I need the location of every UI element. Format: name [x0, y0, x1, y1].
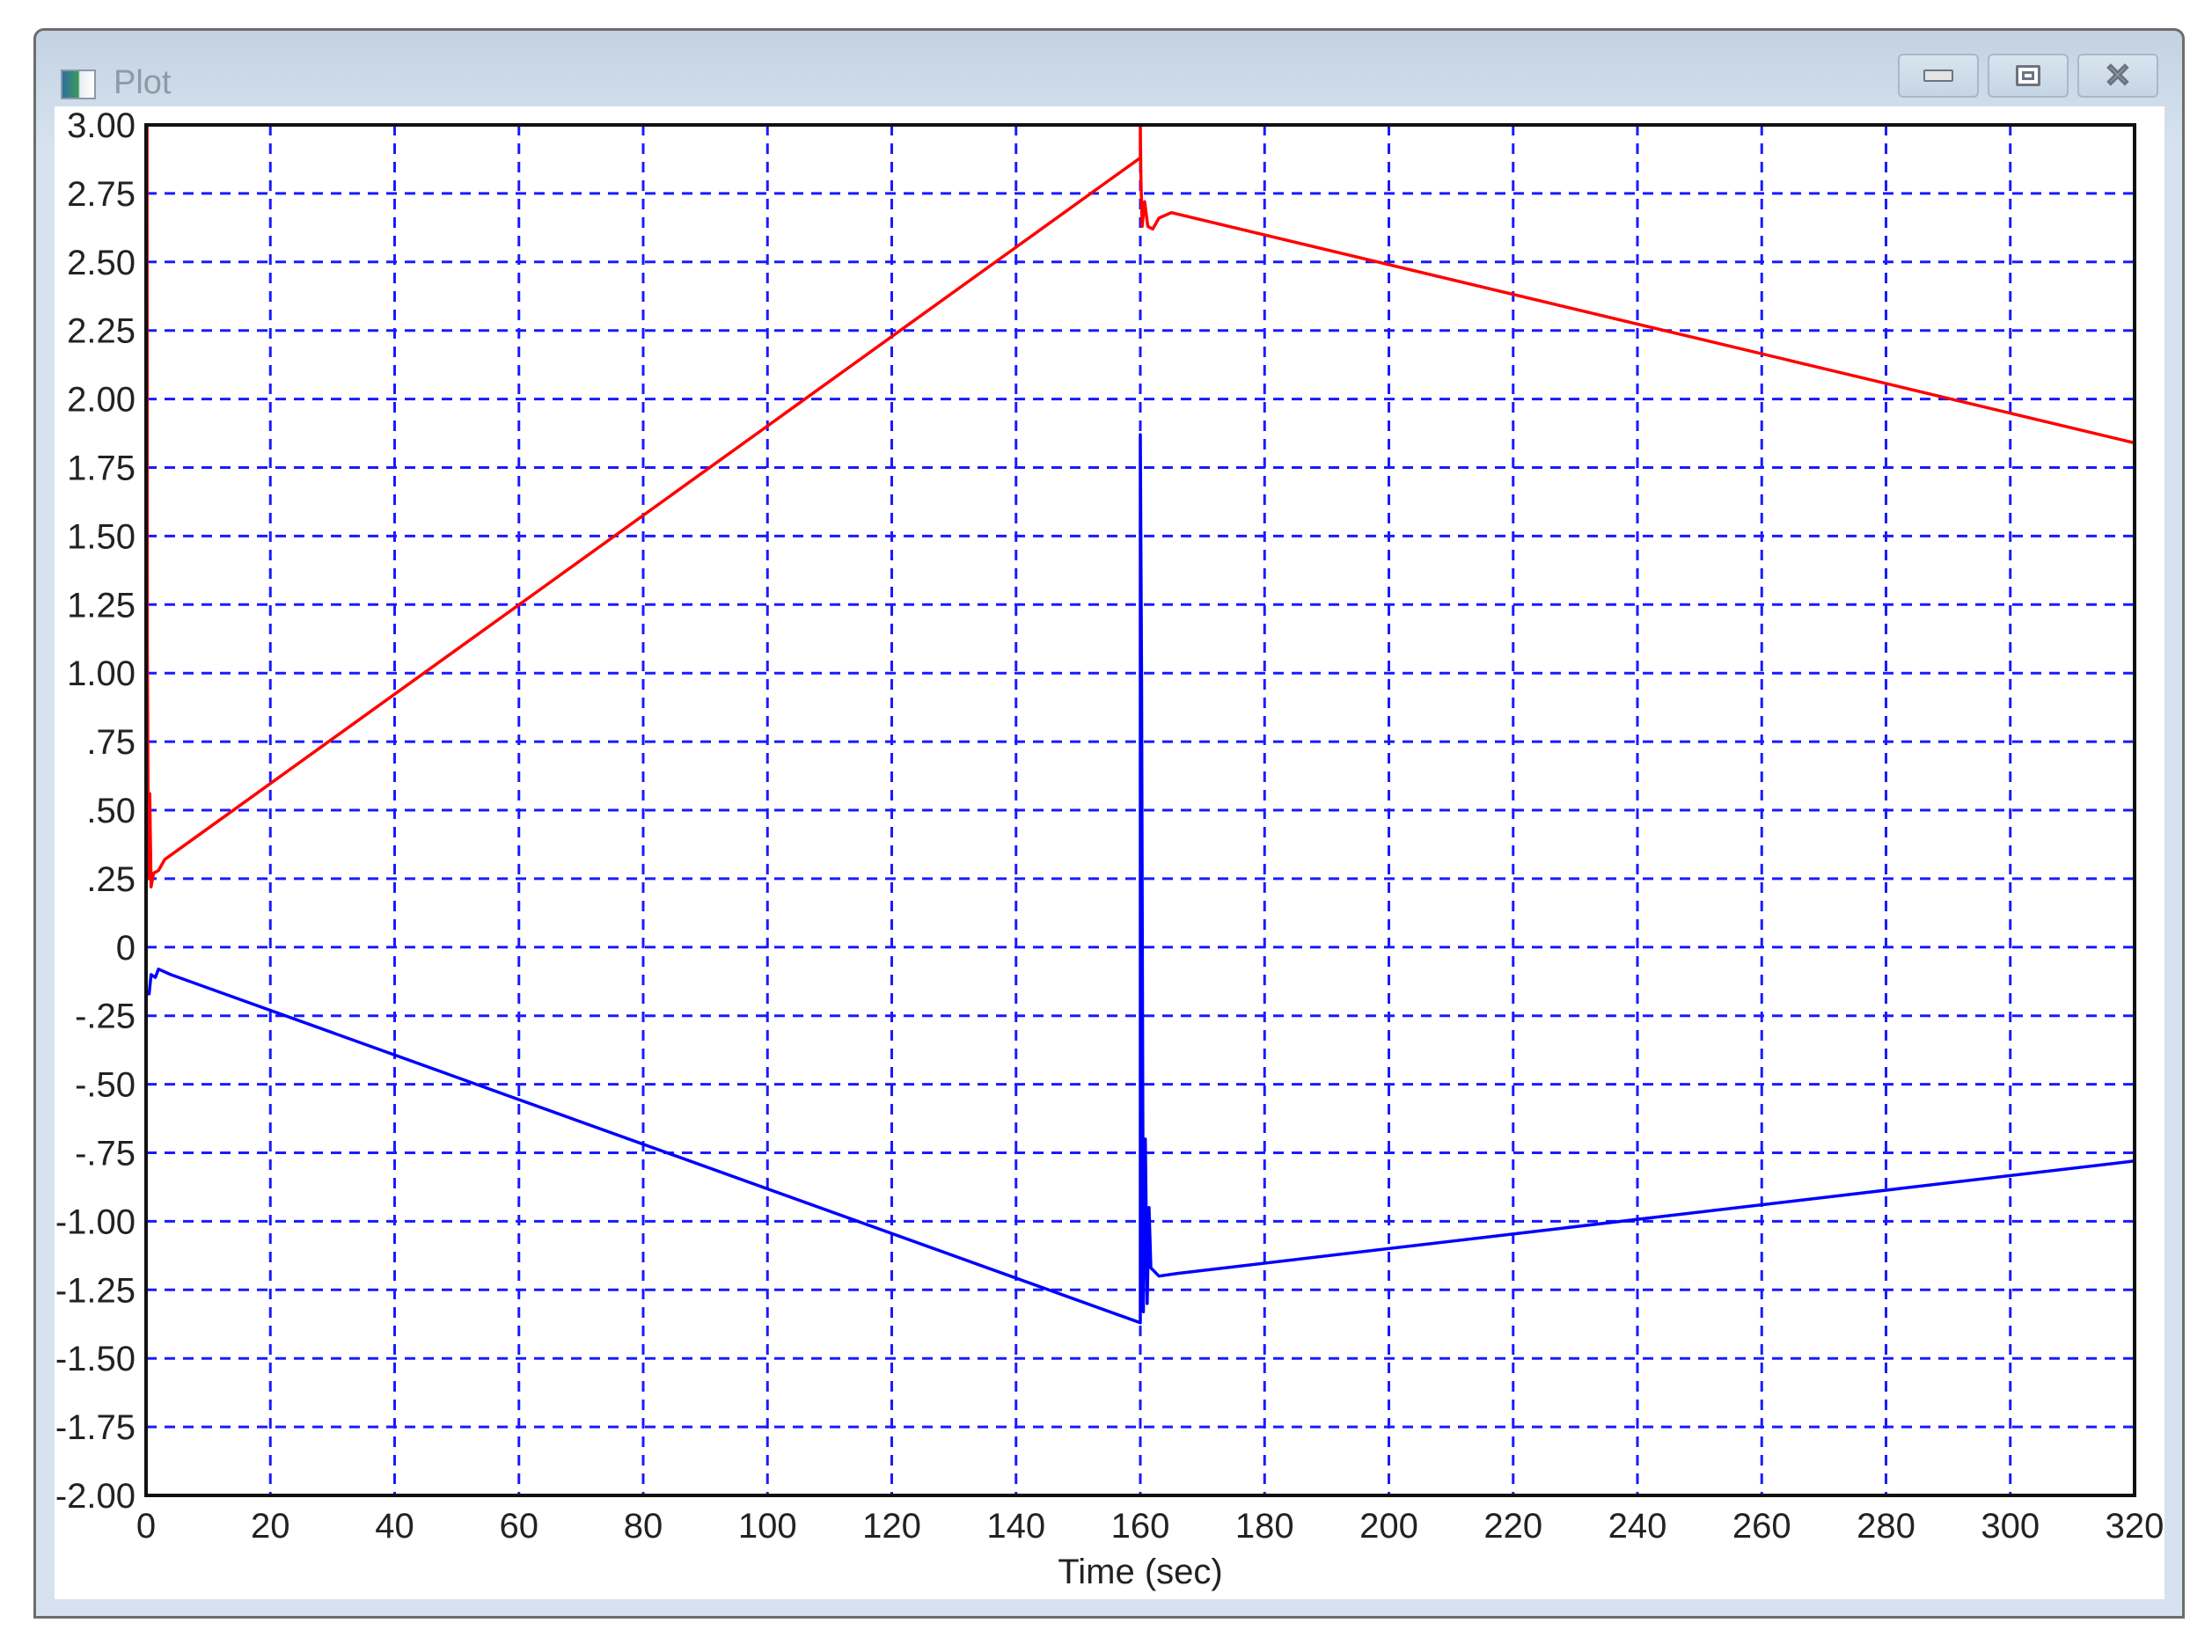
y-tick-label: 1.25 [67, 586, 136, 625]
x-tick-label: 120 [862, 1507, 921, 1546]
y-tick-label: .25 [86, 860, 136, 899]
y-tick-label: 1.00 [67, 654, 136, 693]
y-tick-label: -.75 [75, 1135, 136, 1173]
x-tick-label: 60 [500, 1507, 539, 1546]
x-tick-label: 0 [136, 1507, 156, 1546]
x-tick-label: 20 [251, 1507, 290, 1546]
x-tick-label: 240 [1608, 1507, 1667, 1546]
x-tick-label: 80 [624, 1507, 663, 1546]
y-tick-label: .75 [86, 723, 136, 762]
y-tick-label: 1.50 [67, 517, 136, 556]
x-tick-label: 100 [738, 1507, 797, 1546]
y-tick-label: 0 [116, 929, 136, 968]
y-tick-label: -1.75 [55, 1408, 136, 1447]
y-tick-label: 2.50 [67, 244, 136, 282]
x-tick-label: 280 [1857, 1507, 1915, 1546]
y-tick-label: 1.75 [67, 450, 136, 488]
x-tick-label: 140 [986, 1507, 1045, 1546]
line-chart: 0 20 40 60 80 100 120 140 160 180 200 220 240 260 280 3… [55, 106, 2164, 1591]
x-tick-label: 40 [375, 1507, 414, 1546]
y-tick-label: -1.00 [55, 1202, 136, 1241]
y-tick-label: 2.25 [67, 312, 136, 351]
y-tick-label: 3.00 [67, 106, 136, 145]
x-tick-label: 260 [1732, 1507, 1791, 1546]
y-tick-label: -.50 [75, 1066, 136, 1105]
y-tick-label: -2.00 [55, 1477, 136, 1516]
x-tick-label: 300 [1981, 1507, 2040, 1546]
x-tick-label: 200 [1359, 1507, 1418, 1546]
y-tick-label: -.25 [75, 998, 136, 1036]
y-tick-label: -1.50 [55, 1340, 136, 1378]
x-tick-label: 320 [2106, 1507, 2164, 1546]
x-tick-label: 180 [1235, 1507, 1294, 1546]
y-tick-label: -1.25 [55, 1271, 136, 1310]
y-tick-label: 2.00 [67, 381, 136, 420]
x-tick-label: 220 [1483, 1507, 1542, 1546]
x-tick-label: 160 [1111, 1507, 1170, 1546]
x-axis-label: Time (sec) [1058, 1553, 1222, 1591]
y-tick-label: .50 [86, 792, 136, 830]
y-tick-label: 2.75 [67, 175, 136, 214]
